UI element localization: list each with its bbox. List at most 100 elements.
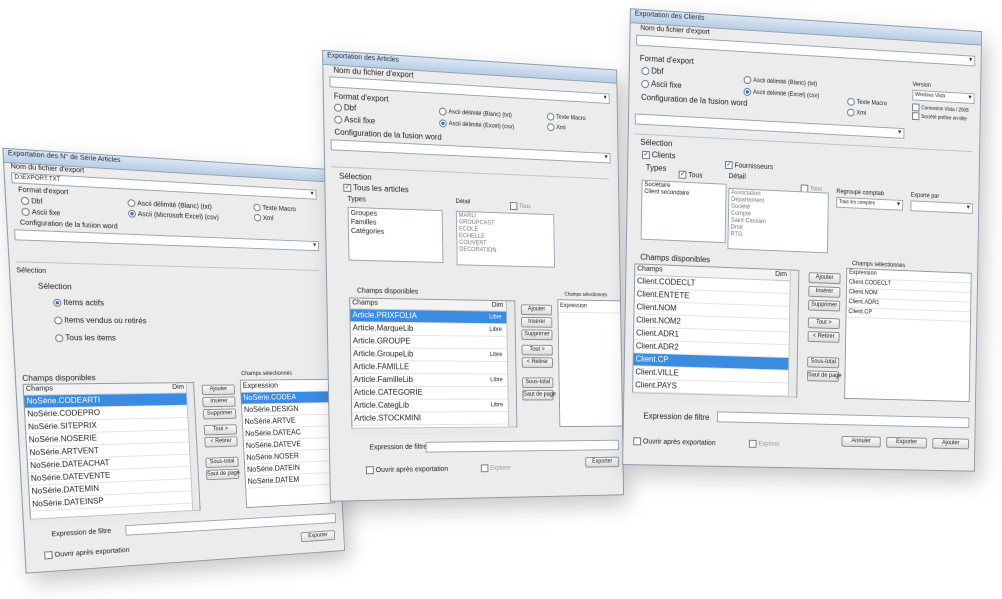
radio-tous-items[interactable]: Tous les items — [54, 333, 116, 342]
version-select[interactable]: Windows Vista ▼ — [912, 89, 975, 105]
fields-list[interactable]: Champs Dim Article.PRIXFOLIA Libre Article… — [349, 297, 518, 429]
format-ascii-blank[interactable]: Ascii délimité (Blanc) (txt) — [127, 199, 212, 211]
list-item[interactable]: Article.STOCKMINI — [352, 412, 517, 426]
chevron-down-icon[interactable]: ▼ — [897, 130, 903, 136]
format-ascii-excel[interactable]: Ascii (Microsoft Excel) (csv) — [127, 209, 219, 222]
list-item[interactable]: DECORATION — [459, 247, 552, 256]
selected-fields-list[interactable]: Expression NoSérie.CODEA NoSérie.DESIGN … — [239, 378, 336, 509]
page-break-button[interactable]: Saut de page — [806, 370, 842, 383]
format-texte-macro[interactable]: Texte Macro — [253, 203, 296, 213]
format-ascii-fixe[interactable]: Ascii fixe — [21, 207, 60, 218]
format-texte-macro[interactable]: Texte Macro — [847, 97, 887, 108]
list-item[interactable]: Article.GROUPE — [350, 335, 516, 350]
insert-button[interactable]: Insérer — [521, 316, 553, 328]
format-ascii-excel[interactable]: Ascii délimité (Excel) (csv) — [439, 119, 514, 131]
export-par-select[interactable]: ▼ — [910, 200, 973, 214]
chevron-down-icon[interactable]: ▼ — [312, 243, 317, 249]
scrollbar[interactable] — [506, 301, 517, 427]
delete-button[interactable]: Supprimer — [202, 408, 237, 420]
format-ascii-excel[interactable]: Ascii délimité (Excel) (csv) — [743, 87, 819, 100]
format-dbf[interactable]: Dbf — [333, 103, 356, 113]
chevron-down-icon[interactable]: ▼ — [602, 95, 607, 101]
insert-button[interactable]: Insérer — [202, 396, 236, 408]
page-break-button[interactable]: Saut de page — [522, 389, 556, 401]
subtotal-button[interactable]: Sous-total — [807, 356, 840, 369]
export-button[interactable]: Exporter — [300, 530, 336, 543]
format-texte-macro[interactable]: Texte Macro — [546, 112, 586, 123]
explorer-checkbox[interactable]: Explorer — [480, 464, 511, 473]
list-item[interactable]: Article.GroupeLib Libre — [351, 348, 516, 362]
filter-input[interactable] — [716, 411, 970, 429]
list-item[interactable]: Article.CATEGORIE — [351, 386, 516, 400]
tous-checkbox[interactable]: Tous — [509, 202, 531, 210]
list-item[interactable]: Expression — [558, 300, 622, 314]
subtotal-button[interactable]: Sous-total — [522, 377, 554, 388]
types-label: Types — [645, 162, 667, 173]
format-xml[interactable]: Xml — [847, 108, 866, 117]
word-config-input[interactable]: ▼ — [14, 229, 320, 252]
subtotal-button[interactable]: Sous-total — [205, 456, 239, 469]
remove-button[interactable]: < Retirer — [807, 331, 840, 343]
delete-button[interactable]: Supprimer — [808, 299, 841, 312]
all-button[interactable]: Tout > — [203, 424, 238, 436]
fields-list[interactable]: Champs Dim NoSérie.CODEARTI NoSérie.CODEP… — [22, 382, 201, 520]
format-ascii-fixe[interactable]: Ascii fixe — [641, 79, 682, 90]
delete-button[interactable]: Supprimer — [521, 329, 553, 341]
list-item[interactable]: Article.CategLib Libre — [351, 399, 517, 413]
chevron-down-icon[interactable]: ▼ — [309, 191, 314, 197]
list-item[interactable]: NoSérie.DATEM — [245, 472, 334, 489]
ajouter-footer-button[interactable]: Ajouter — [932, 437, 969, 450]
format-ascii-fixe[interactable]: Ascii fixe — [334, 115, 375, 126]
types-list[interactable]: Groupes Familles Catégories — [347, 206, 444, 263]
insert-button[interactable]: Insérer — [808, 285, 841, 298]
page-break-button[interactable]: Saut de page — [205, 468, 240, 481]
remove-button[interactable]: < Retirer — [204, 436, 238, 448]
format-label: Format d'export — [639, 53, 694, 66]
fournisseurs-checkbox[interactable]: ✓ Fournisseurs — [724, 160, 773, 171]
chevron-down-icon[interactable]: ▼ — [968, 57, 974, 63]
all-articles-checkbox[interactable]: ✓ Tous les articles — [343, 183, 409, 194]
types-list[interactable]: Sociétaire Client secondaire — [640, 179, 727, 244]
open-after-checkbox[interactable]: Ouvrir après exportation — [44, 546, 130, 560]
chevron-down-icon[interactable]: ▼ — [965, 205, 971, 211]
chevron-down-icon[interactable]: ▼ — [967, 95, 973, 101]
format-ascii-blank[interactable]: Ascii délimité (Blanc) (txt) — [743, 75, 818, 88]
format-xml[interactable]: Xml — [547, 123, 566, 132]
filter-input[interactable] — [425, 439, 619, 453]
chevron-down-icon[interactable]: ▼ — [603, 155, 608, 161]
selected-fields-label: Champs sélectionnés — [241, 371, 293, 377]
detail-list[interactable]: MARLI GROUPCAST ECOLE ECHELLE COUVERT DE… — [455, 210, 555, 268]
cancel-button[interactable]: Annuler — [841, 435, 881, 448]
list-item[interactable]: Catégories — [351, 227, 440, 239]
export-button[interactable]: Exporter — [585, 456, 620, 468]
selected-fields-list[interactable]: Expression — [557, 299, 624, 428]
add-button[interactable]: Ajouter — [201, 384, 236, 396]
add-button[interactable]: Ajouter — [808, 272, 841, 285]
list-item[interactable]: Article.FamilleLib Libre — [351, 374, 516, 387]
chevron-down-icon[interactable]: ▼ — [896, 202, 902, 208]
fields-list[interactable]: Champs Dim Client.CODECLT Client.ENTETE C… — [632, 263, 800, 398]
open-after-checkbox[interactable]: Ouvrir après exportation — [633, 437, 716, 447]
word-config-input[interactable]: ▼ — [330, 139, 611, 164]
selected-fields-list[interactable]: Expression Client.CODECLT Client.NOM Cli… — [844, 267, 972, 403]
list-item[interactable]: Article.FAMILLE — [351, 361, 516, 375]
open-after-checkbox[interactable]: Ouvrir après exportation — [365, 465, 448, 475]
format-ascii-blank[interactable]: Ascii délimité (Blanc) (txt) — [438, 107, 512, 119]
lieu-select[interactable]: Tous les comptes ▼ — [836, 196, 904, 211]
radio-items-actifs[interactable]: Items actifs — [53, 298, 104, 307]
explorer-checkbox[interactable]: Explorer — [748, 439, 780, 449]
remove-button[interactable]: < Retirer — [521, 357, 554, 368]
radio-items-vendus[interactable]: Items vendus ou retirés — [53, 316, 147, 325]
export-button[interactable]: Exporter — [886, 436, 927, 449]
add-button[interactable]: Ajouter — [520, 304, 553, 316]
tous-checkbox[interactable]: ✓ Tous — [678, 170, 703, 180]
clients-checkbox[interactable]: ✓ Clients — [641, 150, 676, 160]
horizontal-scrollbar[interactable] — [351, 426, 516, 436]
format-xml[interactable]: Xml — [253, 213, 274, 222]
scrollbar[interactable] — [787, 270, 799, 397]
format-dbf[interactable]: Dbf — [641, 66, 663, 76]
detail-list[interactable]: Association Département Société Compte S… — [727, 187, 829, 254]
all-button[interactable]: Tout > — [807, 317, 840, 330]
all-button[interactable]: Tout > — [521, 344, 553, 356]
format-dbf[interactable]: Dbf — [20, 196, 43, 206]
